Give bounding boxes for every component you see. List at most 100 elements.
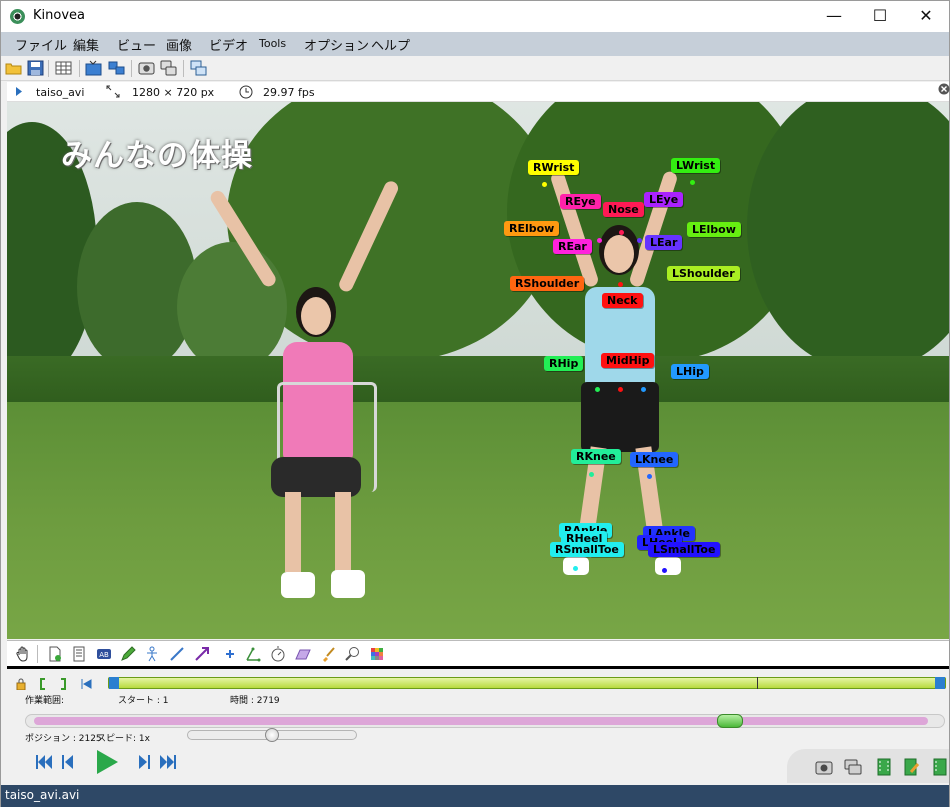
- open-folder-icon[interactable]: [5, 60, 22, 76]
- position-label: ポジション : 2125: [25, 734, 102, 744]
- keypoint-label[interactable]: REye: [560, 194, 601, 209]
- menu-options[interactable]: オプション: [304, 35, 369, 54]
- close-video-icon[interactable]: [938, 83, 950, 95]
- video-info-bar: taiso_avi 1280 × 720 px 29.97 fps: [7, 82, 950, 102]
- menu-help[interactable]: ヘルプ: [371, 35, 410, 54]
- speed-thumb[interactable]: [265, 728, 279, 742]
- keypoint-label[interactable]: RHip: [544, 356, 584, 371]
- previous-frame-icon[interactable]: [61, 753, 75, 771]
- menu-edit[interactable]: 編集: [73, 35, 99, 54]
- multi-snapshot-icon[interactable]: [844, 759, 862, 775]
- grid-icon[interactable]: [55, 60, 72, 76]
- screens-icon[interactable]: [190, 60, 207, 76]
- keypoint-dot: [641, 387, 646, 392]
- reset-zone-icon[interactable]: [80, 678, 92, 690]
- single-player-icon[interactable]: [85, 60, 102, 76]
- start-label: スタート : 1: [118, 696, 169, 706]
- menu-image[interactable]: 画像: [166, 35, 192, 54]
- seated-person: [197, 179, 437, 622]
- keypoint-dot: [619, 230, 624, 235]
- keypoint-label[interactable]: RWrist: [528, 160, 580, 175]
- keypoint-label[interactable]: LEye: [644, 192, 684, 207]
- duration-label: 時間 : 2719: [230, 696, 280, 706]
- snapshot-icon[interactable]: [815, 759, 833, 775]
- maximize-button[interactable]: ☐: [857, 1, 903, 32]
- video-frame[interactable]: みんなの体操 RWrist LWrist REye Nose LEye RElb…: [7, 102, 949, 639]
- keypoint-dot: [589, 472, 594, 477]
- film-icon[interactable]: [877, 758, 891, 776]
- app-window: Kinovea — ☐ ✕ ファイル 編集 ビュー 画像 ビデオ Tools オ…: [0, 0, 950, 807]
- lock-icon[interactable]: [15, 678, 27, 690]
- first-frame-icon[interactable]: [35, 753, 53, 771]
- keypoint-label[interactable]: MidHip: [601, 353, 655, 368]
- pencil-icon[interactable]: [120, 646, 136, 662]
- human-model-icon[interactable]: [144, 646, 160, 662]
- close-button[interactable]: ✕: [903, 1, 949, 32]
- status-filename: taiso_avi.avi: [5, 788, 80, 802]
- keypoint-label[interactable]: LHip: [671, 364, 709, 379]
- next-frame-icon[interactable]: [137, 753, 151, 771]
- keypoint-dot: [690, 180, 695, 185]
- hand-icon[interactable]: [15, 646, 31, 662]
- working-zone-cursor: [757, 677, 758, 689]
- keypoint-dot: [637, 238, 642, 243]
- color-palette-icon[interactable]: [369, 646, 385, 662]
- plane-grid-icon[interactable]: [295, 646, 311, 662]
- film-edit-icon[interactable]: [904, 758, 920, 776]
- play-small-icon[interactable]: [15, 87, 23, 96]
- keypoint-label[interactable]: Neck: [602, 293, 643, 308]
- minimize-button[interactable]: —: [811, 1, 857, 32]
- cross-marker-icon[interactable]: [222, 646, 238, 662]
- keypoint-dot: [573, 566, 578, 571]
- brush-icon[interactable]: [320, 646, 336, 662]
- keypoint-label[interactable]: RShoulder: [510, 276, 585, 291]
- dual-player-icon[interactable]: [108, 60, 125, 76]
- set-end-bracket-icon[interactable]: [59, 678, 67, 690]
- toolbar-separator: [79, 60, 80, 77]
- keypoint-label[interactable]: LShoulder: [667, 266, 740, 281]
- keypoint-label[interactable]: RKnee: [571, 449, 621, 464]
- label-icon[interactable]: AB: [96, 646, 112, 662]
- dual-capture-icon[interactable]: [160, 60, 177, 76]
- keypoint-label[interactable]: LEar: [645, 235, 683, 250]
- keypoint-dot: [542, 182, 547, 187]
- navigation-slider[interactable]: [25, 714, 945, 728]
- keypoint-label[interactable]: LWrist: [671, 158, 721, 173]
- stopwatch-icon[interactable]: [270, 646, 286, 662]
- menu-video[interactable]: ビデオ: [209, 35, 248, 54]
- toolbar-separator: [131, 60, 132, 77]
- line-icon[interactable]: [169, 646, 185, 662]
- save-icon[interactable]: [27, 60, 44, 76]
- clock-icon: [239, 85, 253, 99]
- speed-slider[interactable]: [187, 728, 357, 742]
- keypoint-label[interactable]: LKnee: [630, 452, 679, 467]
- navigation-fill: [34, 717, 928, 725]
- film-export-icon[interactable]: [933, 758, 947, 776]
- keypoint-label[interactable]: LSmallToe: [648, 542, 721, 557]
- keypoint-label[interactable]: REar: [553, 239, 592, 254]
- working-zone-start-handle[interactable]: [109, 677, 119, 689]
- arrow-icon[interactable]: [194, 646, 210, 662]
- angle-icon[interactable]: [245, 646, 261, 662]
- play-icon[interactable]: [95, 749, 119, 775]
- capture-icon[interactable]: [138, 60, 155, 76]
- menu-view[interactable]: ビュー: [117, 35, 156, 54]
- working-zone-end-handle[interactable]: [935, 677, 945, 689]
- menu-file[interactable]: ファイル: [15, 35, 67, 54]
- navigation-thumb[interactable]: [717, 714, 743, 728]
- keypoint-label[interactable]: LElbow: [687, 222, 741, 237]
- set-start-bracket-icon[interactable]: [39, 678, 47, 690]
- keypoint-label[interactable]: Nose: [603, 202, 644, 217]
- magnifier-icon[interactable]: [345, 646, 361, 662]
- keypoint-label[interactable]: RSmallToe: [550, 542, 624, 557]
- keypoint-label[interactable]: RElbow: [504, 221, 560, 236]
- comments-icon[interactable]: [71, 646, 87, 662]
- add-keyframe-icon[interactable]: [47, 646, 63, 662]
- player-controls: 作業範囲: スタート : 1 時間 : 2719 ポジション : 2125 スピ…: [1, 669, 949, 784]
- keypoint-dot: [618, 387, 623, 392]
- menu-tools[interactable]: Tools: [259, 37, 286, 50]
- video-caption: みんなの体操: [61, 138, 253, 174]
- working-zone-track[interactable]: [108, 677, 946, 689]
- last-frame-icon[interactable]: [159, 753, 177, 771]
- status-bar: taiso_avi.avi: [1, 785, 949, 807]
